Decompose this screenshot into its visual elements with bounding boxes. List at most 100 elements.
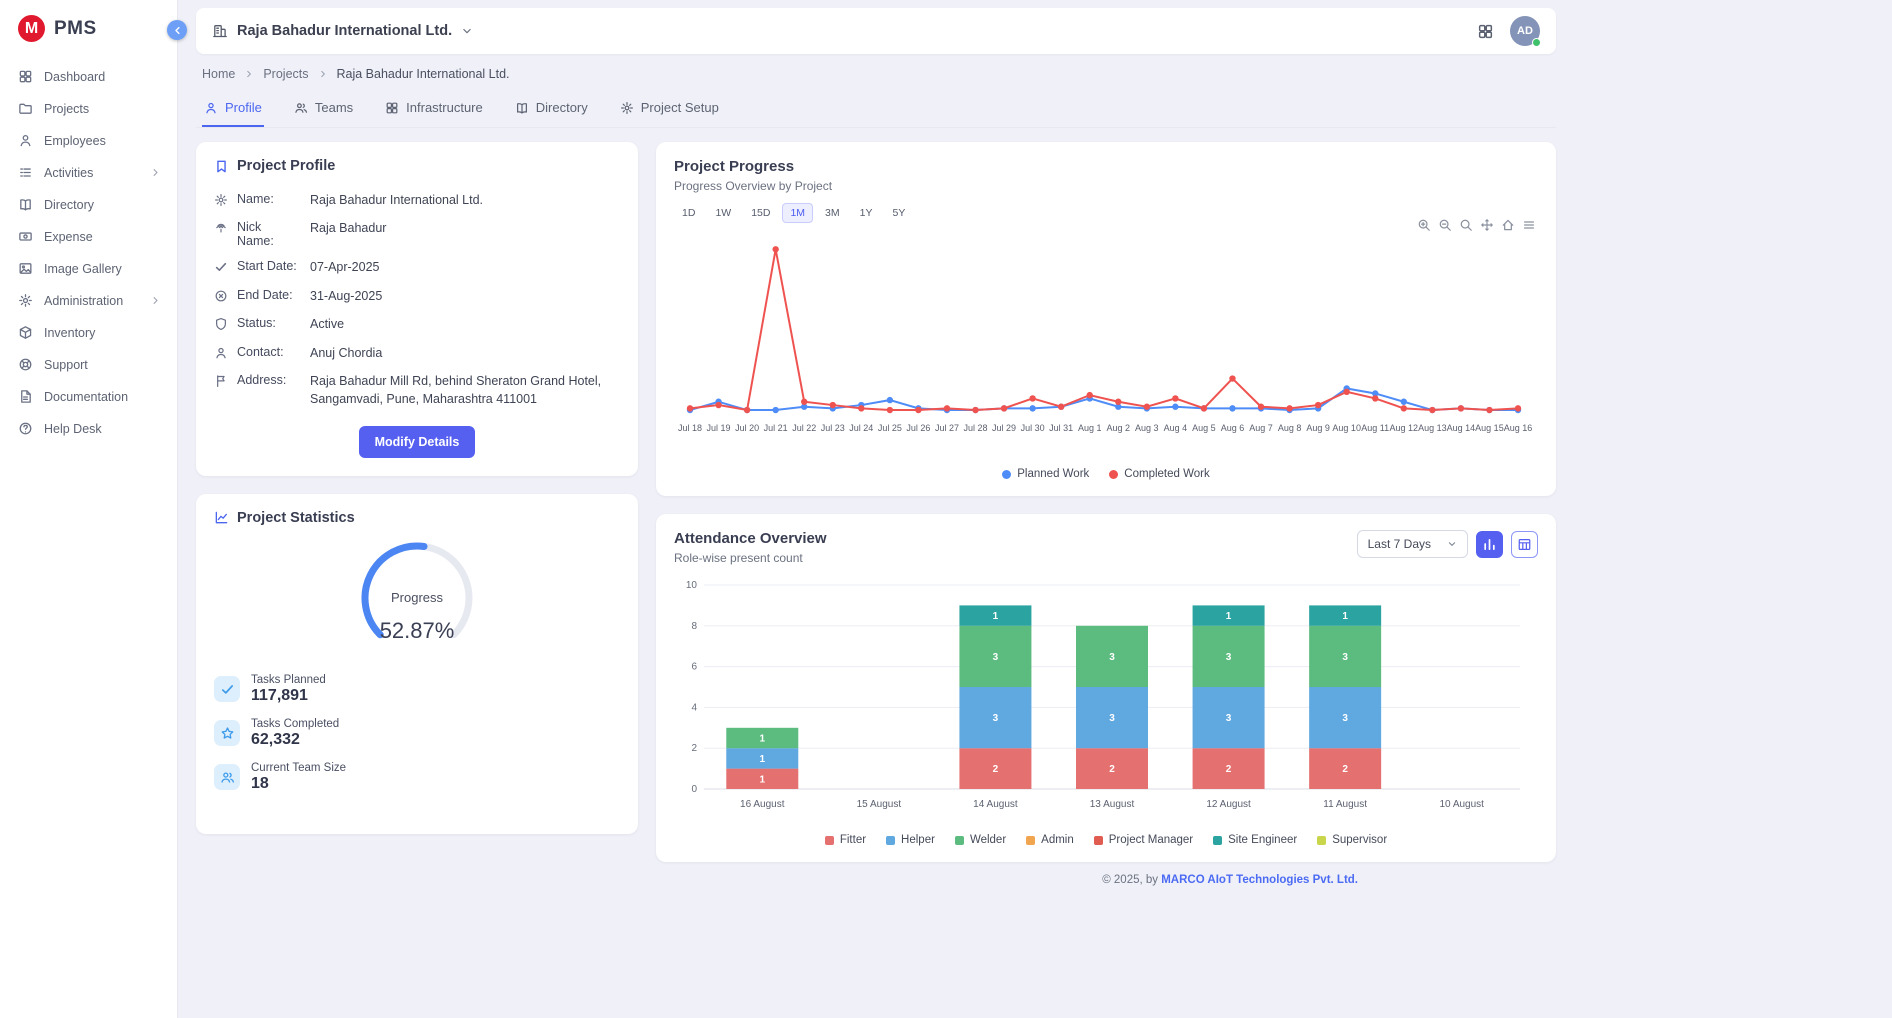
svg-text:2: 2 (1109, 764, 1115, 775)
breadcrumb: Home Projects Raja Bahadur International… (196, 54, 1556, 91)
svg-text:11 August: 11 August (1323, 799, 1367, 810)
person-icon (18, 133, 33, 148)
time-range-pill[interactable]: 15D (743, 203, 778, 223)
legend-swatch (955, 836, 964, 845)
svg-text:Aug 9: Aug 9 (1306, 423, 1330, 433)
legend-item[interactable]: Planned Work (1002, 468, 1089, 480)
svg-text:Aug 11: Aug 11 (1361, 423, 1389, 433)
field-value: Raja Bahadur International Ltd. (310, 192, 620, 210)
document-icon (18, 389, 33, 404)
svg-text:2: 2 (1342, 764, 1348, 775)
sidebar-item-directory[interactable]: Directory (0, 190, 177, 219)
legend-item[interactable]: Welder (955, 834, 1006, 846)
field-end-date: End Date:31-Aug-2025 (214, 282, 620, 311)
svg-text:Jul 21: Jul 21 (764, 423, 788, 433)
sidebar-item-dashboard[interactable]: Dashboard (0, 62, 177, 91)
sidebar-item-support[interactable]: Support (0, 350, 177, 379)
legend-swatch (886, 836, 895, 845)
check-icon (214, 260, 228, 274)
sidebar-item-image-gallery[interactable]: Image Gallery (0, 254, 177, 283)
bookmark-icon (214, 159, 229, 174)
svg-text:Aug 6: Aug 6 (1221, 423, 1245, 433)
sidebar-item-employees[interactable]: Employees (0, 126, 177, 155)
card-title-text: Project Statistics (237, 510, 355, 526)
tab-teams[interactable]: Teams (292, 93, 355, 127)
attendance-bar-chart[interactable]: 024681016 August15 August14 August13 Aug… (674, 575, 1534, 827)
svg-text:Aug 3: Aug 3 (1135, 423, 1159, 433)
sidebar-item-inventory[interactable]: Inventory (0, 318, 177, 347)
magnifier-icon[interactable] (1459, 218, 1473, 232)
breadcrumb-home[interactable]: Home (202, 67, 235, 81)
svg-text:10: 10 (686, 580, 698, 591)
legend-label: Supervisor (1332, 834, 1387, 846)
legend-item[interactable]: Project Manager (1094, 834, 1193, 846)
legend-item[interactable]: Admin (1026, 834, 1074, 846)
tab-label: Profile (225, 100, 262, 115)
menu-icon[interactable] (1522, 218, 1536, 232)
stat-value: 117,891 (251, 687, 326, 705)
svg-text:1: 1 (760, 734, 766, 745)
tab-directory[interactable]: Directory (513, 93, 590, 127)
svg-text:1: 1 (760, 774, 766, 785)
time-range-pill[interactable]: 5Y (884, 203, 913, 223)
time-range-pill[interactable]: 1M (782, 203, 813, 223)
tab-profile[interactable]: Profile (202, 93, 264, 127)
progress-chart-area[interactable]: Jul 18Jul 19Jul 20Jul 21Jul 22Jul 23Jul … (674, 223, 1538, 466)
person-icon (204, 101, 218, 115)
time-range-pill[interactable]: 1W (707, 203, 739, 223)
legend-swatch (1026, 836, 1035, 845)
modify-details-button[interactable]: Modify Details (359, 426, 476, 458)
progress-line-chart[interactable]: Jul 18Jul 19Jul 20Jul 21Jul 22Jul 23Jul … (674, 223, 1534, 461)
bar-chart-icon (1482, 537, 1497, 552)
dashboard-icon (18, 69, 33, 84)
sidebar: M PMS Dashboard Projects Employees Activ… (0, 0, 178, 1018)
chart-view-button[interactable] (1476, 531, 1503, 558)
table-view-button[interactable] (1511, 531, 1538, 558)
stat-value: 18 (251, 775, 346, 793)
banknote-icon (18, 229, 33, 244)
selected-range: Last 7 Days (1368, 537, 1431, 551)
sidebar-item-label: Activities (44, 166, 93, 180)
sidebar-item-documentation[interactable]: Documentation (0, 382, 177, 411)
legend-item[interactable]: Fitter (825, 834, 866, 846)
sidebar-item-activities[interactable]: Activities (0, 158, 177, 187)
legend-item[interactable]: Completed Work (1109, 468, 1209, 480)
attendance-range-select[interactable]: Last 7 Days (1357, 530, 1468, 558)
field-value: 07-Apr-2025 (310, 259, 620, 277)
svg-text:3: 3 (993, 713, 999, 724)
tab-project-setup[interactable]: Project Setup (618, 93, 721, 127)
zoom-out-icon[interactable] (1438, 218, 1452, 232)
legend-swatch (1213, 836, 1222, 845)
svg-text:Jul 25: Jul 25 (878, 423, 902, 433)
time-range-pill[interactable]: 1D (674, 203, 703, 223)
time-range-pill[interactable]: 1Y (852, 203, 881, 223)
legend-item[interactable]: Helper (886, 834, 935, 846)
sidebar-collapse-button[interactable] (167, 20, 187, 40)
svg-text:15 August: 15 August (857, 799, 902, 810)
sidebar-item-help-desk[interactable]: Help Desk (0, 414, 177, 443)
brand[interactable]: M PMS (0, 0, 177, 58)
breadcrumb-projects[interactable]: Projects (263, 67, 308, 81)
footer-company-link[interactable]: MARCO AIoT Technologies Pvt. Ltd. (1161, 874, 1358, 886)
zoom-in-icon[interactable] (1417, 218, 1431, 232)
company-selector[interactable]: Raja Bahadur International Ltd. (212, 23, 473, 39)
tab-infrastructure[interactable]: Infrastructure (383, 93, 485, 127)
pan-icon[interactable] (1480, 218, 1494, 232)
svg-text:3: 3 (1342, 713, 1348, 724)
sidebar-item-projects[interactable]: Projects (0, 94, 177, 123)
attendance-subtitle: Role-wise present count (674, 551, 827, 565)
legend-item[interactable]: Supervisor (1317, 834, 1387, 846)
time-range-pill[interactable]: 3M (817, 203, 848, 223)
sidebar-item-label: Expense (44, 230, 93, 244)
apps-menu-button[interactable] (1477, 23, 1494, 40)
people-icon (294, 101, 308, 115)
user-avatar[interactable]: AD (1510, 16, 1540, 46)
sidebar-item-administration[interactable]: Administration (0, 286, 177, 315)
profile-fields: Name:Raja Bahadur International Ltd. Nic… (214, 186, 620, 414)
sidebar-item-label: Image Gallery (44, 262, 122, 276)
legend-item[interactable]: Site Engineer (1213, 834, 1297, 846)
home-reset-icon[interactable] (1501, 218, 1515, 232)
sidebar-item-expense[interactable]: Expense (0, 222, 177, 251)
footer-copyright: © 2025, by (1102, 874, 1161, 886)
svg-text:Aug 1: Aug 1 (1078, 423, 1102, 433)
